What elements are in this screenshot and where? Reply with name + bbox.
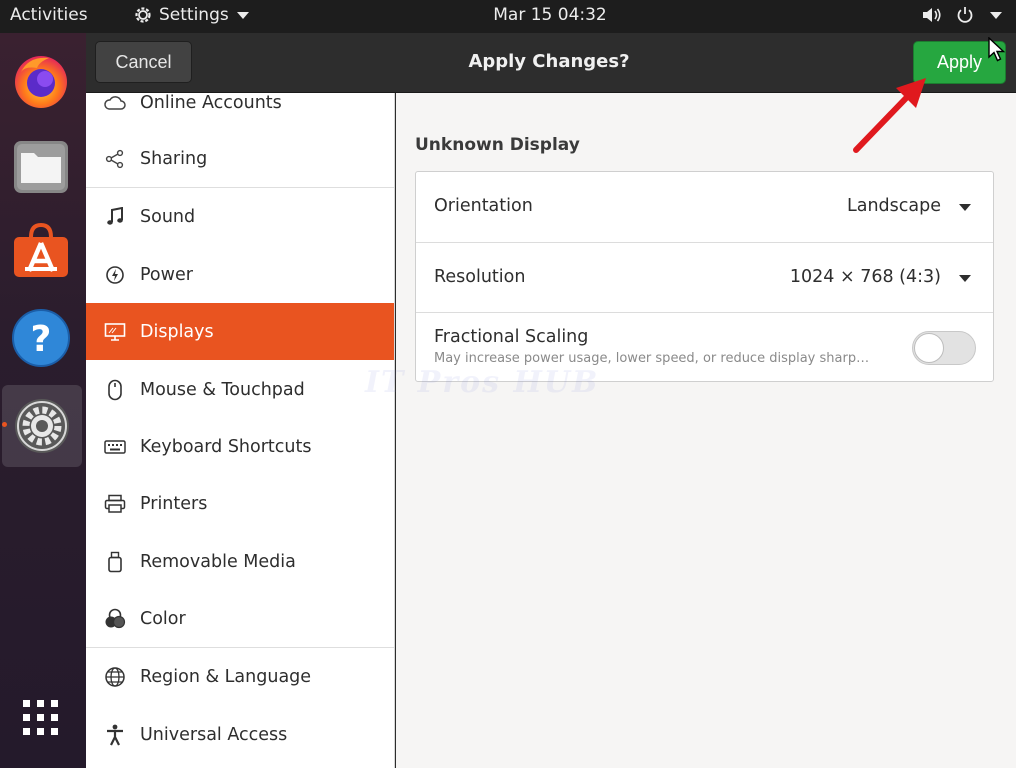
chevron-down-icon[interactable] bbox=[959, 275, 971, 282]
sidebar-item-label: Displays bbox=[140, 321, 214, 342]
sidebar-item-label: Printers bbox=[140, 493, 208, 514]
firefox-icon bbox=[15, 56, 67, 108]
music-note-icon bbox=[104, 206, 126, 228]
orientation-label: Orientation bbox=[434, 196, 533, 216]
sidebar-item-mouse-touchpad[interactable]: Mouse & Touchpad bbox=[86, 361, 394, 418]
sidebar-item-region-language[interactable]: Region & Language bbox=[86, 648, 394, 705]
sidebar-item-printers[interactable]: Printers bbox=[86, 475, 394, 532]
sidebar-item-label: Region & Language bbox=[140, 666, 312, 687]
sidebar-item-keyboard-shortcuts[interactable]: Keyboard Shortcuts bbox=[86, 418, 394, 475]
dialog-title: Apply Changes? bbox=[468, 51, 630, 72]
dock-show-apps[interactable] bbox=[0, 677, 82, 759]
sidebar-item-label: Sound bbox=[140, 206, 196, 227]
mouse-icon bbox=[104, 379, 126, 401]
sidebar-item-power[interactable]: Power bbox=[86, 246, 394, 303]
svg-text:?: ? bbox=[31, 319, 52, 360]
show-apps-icon bbox=[23, 700, 58, 735]
files-icon bbox=[14, 141, 68, 193]
sidebar-item-sharing[interactable]: Sharing bbox=[86, 130, 394, 187]
watermark: IT Pros HUB bbox=[365, 365, 600, 400]
resolution-value[interactable]: 1024 × 768 (4:3) bbox=[790, 267, 941, 287]
fractional-scaling-toggle[interactable] bbox=[912, 331, 976, 365]
display-settings-list: Orientation Landscape Resolution 1024 × … bbox=[415, 171, 994, 382]
fractional-scaling-description: May increase power usage, lower speed, o… bbox=[434, 351, 870, 366]
sidebar-item-label: Sharing bbox=[140, 148, 208, 169]
top-bar: Activities Settings Mar 15 04:32 bbox=[0, 0, 1016, 33]
globe-icon bbox=[104, 666, 126, 688]
sidebar-item-universal-access[interactable]: Universal Access bbox=[86, 706, 394, 763]
resolution-label: Resolution bbox=[434, 267, 526, 287]
volume-icon bbox=[923, 8, 941, 22]
resolution-row[interactable]: Resolution 1024 × 768 (4:3) bbox=[416, 242, 993, 312]
dock-help[interactable]: ? bbox=[0, 297, 82, 379]
mouse-pointer-icon bbox=[988, 37, 1006, 62]
sidebar-item-label: Universal Access bbox=[140, 724, 288, 745]
dock-files[interactable] bbox=[0, 125, 82, 207]
dock-settings[interactable] bbox=[2, 385, 82, 467]
accessibility-icon bbox=[104, 724, 126, 746]
printer-icon bbox=[104, 493, 126, 515]
power-icon bbox=[104, 264, 126, 286]
color-icon bbox=[104, 608, 126, 630]
sidebar-item-label: Keyboard Shortcuts bbox=[140, 436, 312, 457]
dock: ? bbox=[0, 33, 86, 768]
dock-firefox[interactable] bbox=[0, 39, 82, 121]
annotation-arrow-icon bbox=[853, 78, 926, 153]
software-icon bbox=[14, 222, 68, 277]
sidebar-item-label: Online Accounts bbox=[140, 93, 282, 113]
keyboard-icon bbox=[104, 436, 126, 458]
dock-software[interactable] bbox=[0, 210, 82, 292]
sidebar-item-label: Color bbox=[140, 608, 186, 629]
sidebar-item-sound[interactable]: Sound bbox=[86, 188, 394, 245]
orientation-row[interactable]: Orientation Landscape bbox=[416, 172, 993, 242]
fractional-scaling-label: Fractional Scaling bbox=[434, 327, 589, 347]
share-icon bbox=[104, 148, 126, 170]
chevron-down-icon bbox=[990, 11, 1002, 19]
sidebar-item-online-accounts[interactable]: Online Accounts bbox=[86, 93, 394, 131]
display-name-heading: Unknown Display bbox=[415, 135, 580, 155]
orientation-value[interactable]: Landscape bbox=[847, 196, 941, 216]
usb-drive-icon bbox=[104, 551, 126, 573]
running-indicator bbox=[2, 422, 7, 427]
sidebar-item-removable-media[interactable]: Removable Media bbox=[86, 533, 394, 590]
sidebar-item-color[interactable]: Color bbox=[86, 590, 394, 647]
sidebar-item-label: Mouse & Touchpad bbox=[140, 379, 305, 400]
sidebar-item-displays[interactable]: Displays bbox=[86, 303, 394, 360]
display-icon bbox=[104, 321, 126, 343]
sidebar-item-label: Power bbox=[140, 264, 193, 285]
toggle-knob bbox=[914, 333, 944, 363]
help-icon: ? bbox=[12, 309, 70, 367]
chevron-down-icon[interactable] bbox=[959, 204, 971, 211]
power-icon bbox=[957, 7, 973, 23]
cloud-icon bbox=[104, 93, 126, 114]
settings-sidebar: Online Accounts Sharing Sound Power Disp… bbox=[86, 93, 395, 768]
settings-icon bbox=[15, 399, 69, 453]
clock[interactable]: Mar 15 04:32 bbox=[0, 5, 1016, 25]
system-tray[interactable] bbox=[922, 6, 1002, 24]
displays-panel: Unknown Display Orientation Landscape Re… bbox=[396, 93, 1016, 768]
sidebar-item-label: Removable Media bbox=[140, 551, 296, 572]
